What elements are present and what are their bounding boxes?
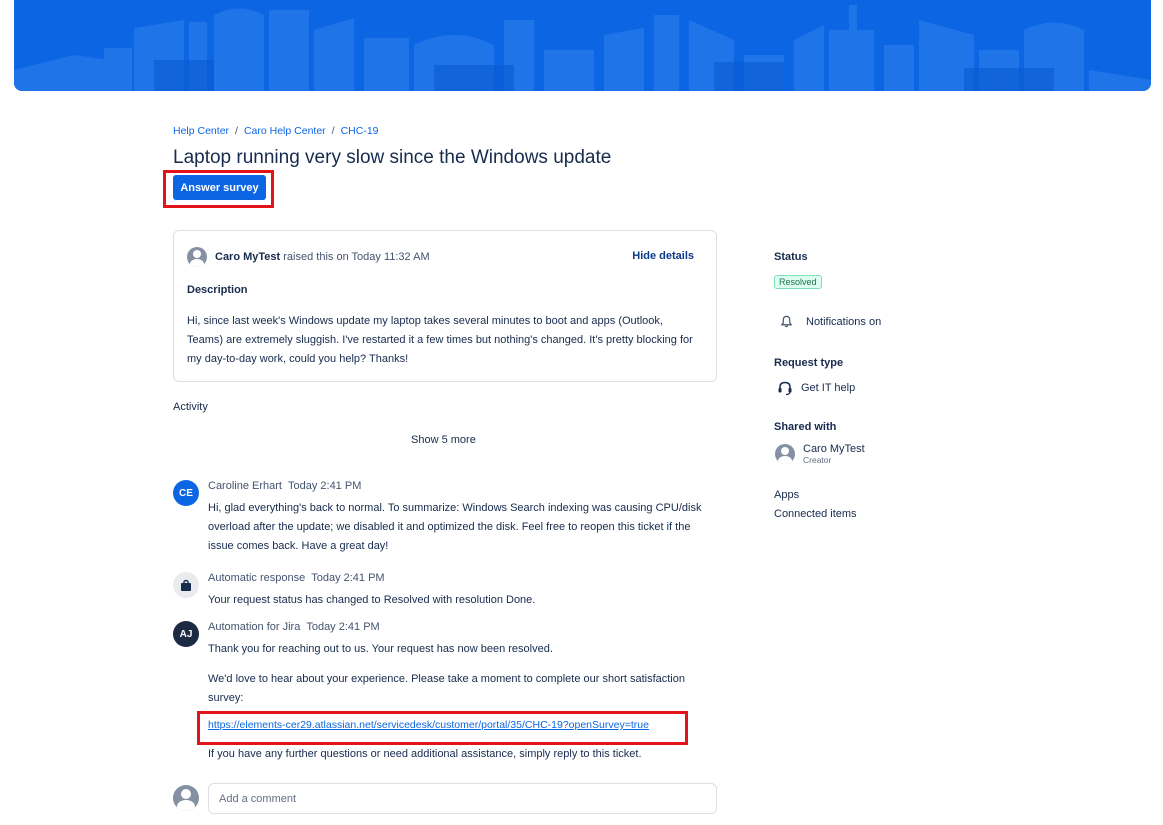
user-avatar-icon (187, 247, 207, 267)
entry-line: Hi, glad everything's back to normal. To… (208, 502, 702, 514)
entry-line: issue comes back. Have a great day! (208, 540, 389, 552)
apps-section: Apps (774, 489, 799, 501)
headset-icon (778, 381, 792, 396)
entry-body: Thank you for reaching out to us. Your r… (208, 640, 713, 708)
activity-heading: Activity (173, 401, 208, 413)
entry-line: If you have any further questions or nee… (208, 748, 642, 760)
shared-user-role: Creator (803, 455, 832, 465)
request-type-value: Get IT help (801, 382, 856, 394)
avatar-aj: AJ (173, 621, 199, 647)
entry-line: Thank you for reaching out to us. Your r… (208, 643, 553, 655)
answer-survey-button[interactable]: Answer survey (173, 175, 266, 200)
description-line: Teams) are extremely sluggish. I've rest… (187, 334, 693, 346)
raiser-name: Caro MyTest (215, 251, 281, 263)
raiser-line: Caro MyTest raised this on Today 11:32 A… (187, 247, 430, 267)
survey-link[interactable]: https://elements-cer29.atlassian.net/ser… (208, 719, 649, 731)
shared-user-row: Caro MyTest Creator (775, 443, 865, 465)
apps-heading: Apps (774, 489, 800, 501)
request-type-row: Get IT help (777, 380, 855, 396)
breadcrumb: Help Center / Caro Help Center / CHC-19 (173, 125, 379, 137)
page-title: Laptop running very slow since the Windo… (173, 147, 612, 168)
connected-items-link[interactable]: Connected items (774, 508, 857, 520)
request-type-heading: Request type (774, 357, 844, 369)
entry-meta: Automation for Jira Today 2:41 PM (208, 621, 380, 633)
breadcrumb-ticket-key[interactable]: CHC-19 (341, 125, 379, 137)
bell-icon (780, 315, 793, 328)
skyline-illustration (14, 5, 1151, 91)
breadcrumb-help-center[interactable]: Help Center (173, 125, 229, 137)
user-avatar-icon (173, 785, 199, 811)
status-heading: Status (774, 251, 808, 263)
notifications-label: Notifications on (806, 315, 882, 328)
shared-with-section: Shared with (774, 421, 836, 433)
entry-line: We'd love to hear about your experience.… (208, 673, 685, 685)
entry-author: Automation for Jira (208, 621, 301, 633)
entry-body: Hi, glad everything's back to normal. To… (208, 499, 713, 556)
status-badge: Resolved (774, 275, 822, 289)
entry-line: overload after the update; we disabled i… (208, 521, 691, 533)
breadcrumb-separator: / (331, 125, 335, 137)
description-text: Hi, since last week's Windows update my … (187, 312, 707, 369)
description-line: Hi, since last week's Windows update my … (187, 315, 663, 327)
header-banner (14, 0, 1151, 91)
status-badge-wrap: Resolved (774, 272, 822, 290)
bag-icon (173, 572, 199, 598)
connected-items-wrap: Connected items (774, 508, 857, 520)
hide-details-button[interactable]: Hide details (632, 250, 694, 262)
entry-time: Today 2:41 PM (306, 621, 380, 633)
user-avatar-icon (775, 444, 795, 464)
entry-meta: Caroline Erhart Today 2:41 PM (208, 480, 361, 492)
avatar-ce: CE (173, 480, 199, 506)
entry-body: Your request status has changed to Resol… (208, 591, 713, 610)
entry-author: Automatic response (208, 572, 306, 584)
entry-author: Caroline Erhart (208, 480, 282, 492)
notifications-toggle[interactable]: Notifications on (780, 315, 881, 328)
request-type-section: Request type (774, 357, 843, 369)
shared-user-name: Caro MyTest (803, 443, 865, 455)
raised-text: raised this on Today 11:32 AM (283, 251, 430, 263)
entry-line: Your request status has changed to Resol… (208, 594, 536, 606)
entry-meta: Automatic response Today 2:41 PM (208, 572, 385, 584)
breadcrumb-separator: / (235, 125, 238, 137)
entry-time: Today 2:41 PM (287, 480, 362, 492)
status-label: Status (774, 251, 808, 263)
description-line: my day-to-day work, could you help? Than… (187, 353, 409, 365)
comment-input[interactable] (208, 783, 717, 814)
shared-with-heading: Shared with (774, 421, 837, 433)
description-heading: Description (187, 284, 248, 296)
entry-line: survey: (208, 692, 244, 704)
breadcrumb-caro-help-center[interactable]: Caro Help Center (244, 125, 326, 137)
entry-time: Today 2:41 PM (311, 572, 385, 584)
request-details-card: Caro MyTest raised this on Today 11:32 A… (173, 230, 717, 382)
show-more-button[interactable]: Show 5 more (411, 434, 476, 446)
